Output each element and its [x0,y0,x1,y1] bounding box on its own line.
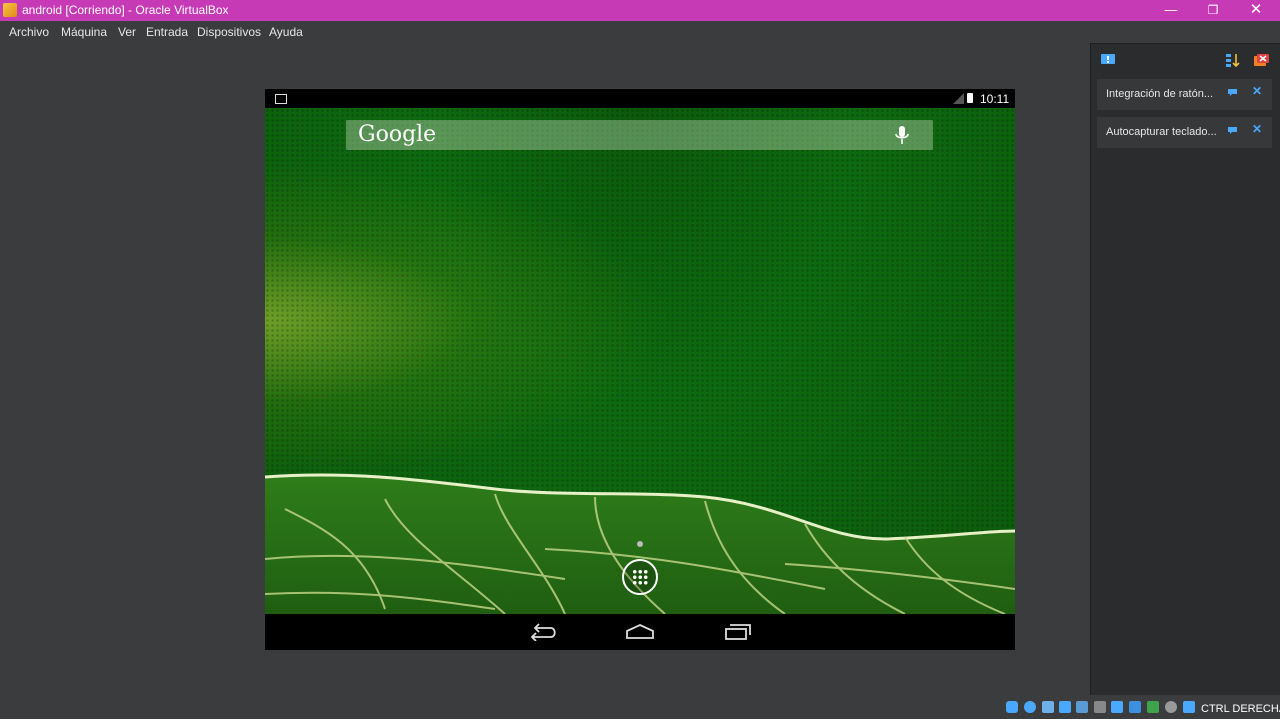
display-icon[interactable] [1111,701,1123,713]
notification-info-icon[interactable] [1228,89,1237,96]
android-navigation-bar [265,614,1015,650]
notification-keyboard-capture[interactable]: Autocapturar teclado... ✕ [1097,117,1272,148]
menu-maquina[interactable]: Máquina [61,25,107,39]
screenshot-notification-icon [275,94,287,104]
mouse-integration-icon[interactable] [1165,701,1177,713]
home-icon[interactable] [625,623,655,641]
title-bar: android [Corriendo] - Oracle VirtualBox … [0,0,1280,21]
menu-dispositivos[interactable]: Dispositivos [197,25,261,39]
notification-info-icon[interactable] [1228,127,1237,134]
close-icon[interactable]: ✕ [1252,84,1262,98]
host-key-label: CTRL DERECHA [1201,703,1280,715]
recent-apps-icon[interactable] [724,623,752,641]
signal-icon [953,93,964,104]
android-status-bar: 10:11 [265,89,1015,108]
usb-icon[interactable] [1076,701,1088,713]
battery-icon [967,93,973,103]
notification-center-icon[interactable] [1100,53,1116,67]
hard-disk-icon[interactable] [1006,701,1018,713]
sort-icon[interactable] [1224,53,1240,67]
notification-label: Integración de ratón... [1106,88,1214,100]
keyboard-capture-icon[interactable] [1183,701,1195,713]
apps-grid-icon [632,569,648,585]
menu-bar: Archivo Máquina Ver Entrada Dispositivos… [0,21,1280,42]
close-icon[interactable]: ✕ [1252,122,1262,136]
menu-ayuda[interactable]: Ayuda [269,25,303,39]
dismiss-all-icon[interactable] [1253,53,1269,67]
google-search-bar[interactable]: Google [346,120,933,150]
network-icon[interactable] [1059,701,1071,713]
menu-archivo[interactable]: Archivo [9,25,49,39]
minimize-button[interactable]: — [1149,0,1193,21]
audio-icon[interactable] [1042,701,1054,713]
page-indicator-dot [637,541,643,547]
virtualbox-app-icon [3,3,17,17]
shared-folder-icon[interactable] [1094,701,1106,713]
guest-display[interactable]: 10:11 Google [265,89,1015,650]
close-button[interactable]: ✕ [1234,0,1278,21]
window-title: android [Corriendo] - Oracle VirtualBox [22,3,229,17]
optical-disk-icon[interactable] [1024,701,1036,713]
app-drawer-button[interactable] [622,559,658,595]
status-clock: 10:11 [980,92,1010,106]
notification-mouse-integration[interactable]: Integración de ratón... ✕ [1097,79,1272,110]
video-capture-icon[interactable] [1129,701,1141,713]
menu-entrada[interactable]: Entrada [146,25,188,39]
maximize-button[interactable]: ❐ [1191,0,1235,21]
notification-label: Autocapturar teclado... [1106,126,1217,138]
menu-ver[interactable]: Ver [118,25,136,39]
back-icon[interactable] [529,623,557,641]
virtualization-icon[interactable] [1147,701,1159,713]
google-logo: Google [358,122,437,147]
notification-center: Integración de ratón... ✕ Autocapturar t… [1090,43,1280,695]
microphone-icon[interactable] [894,125,910,146]
